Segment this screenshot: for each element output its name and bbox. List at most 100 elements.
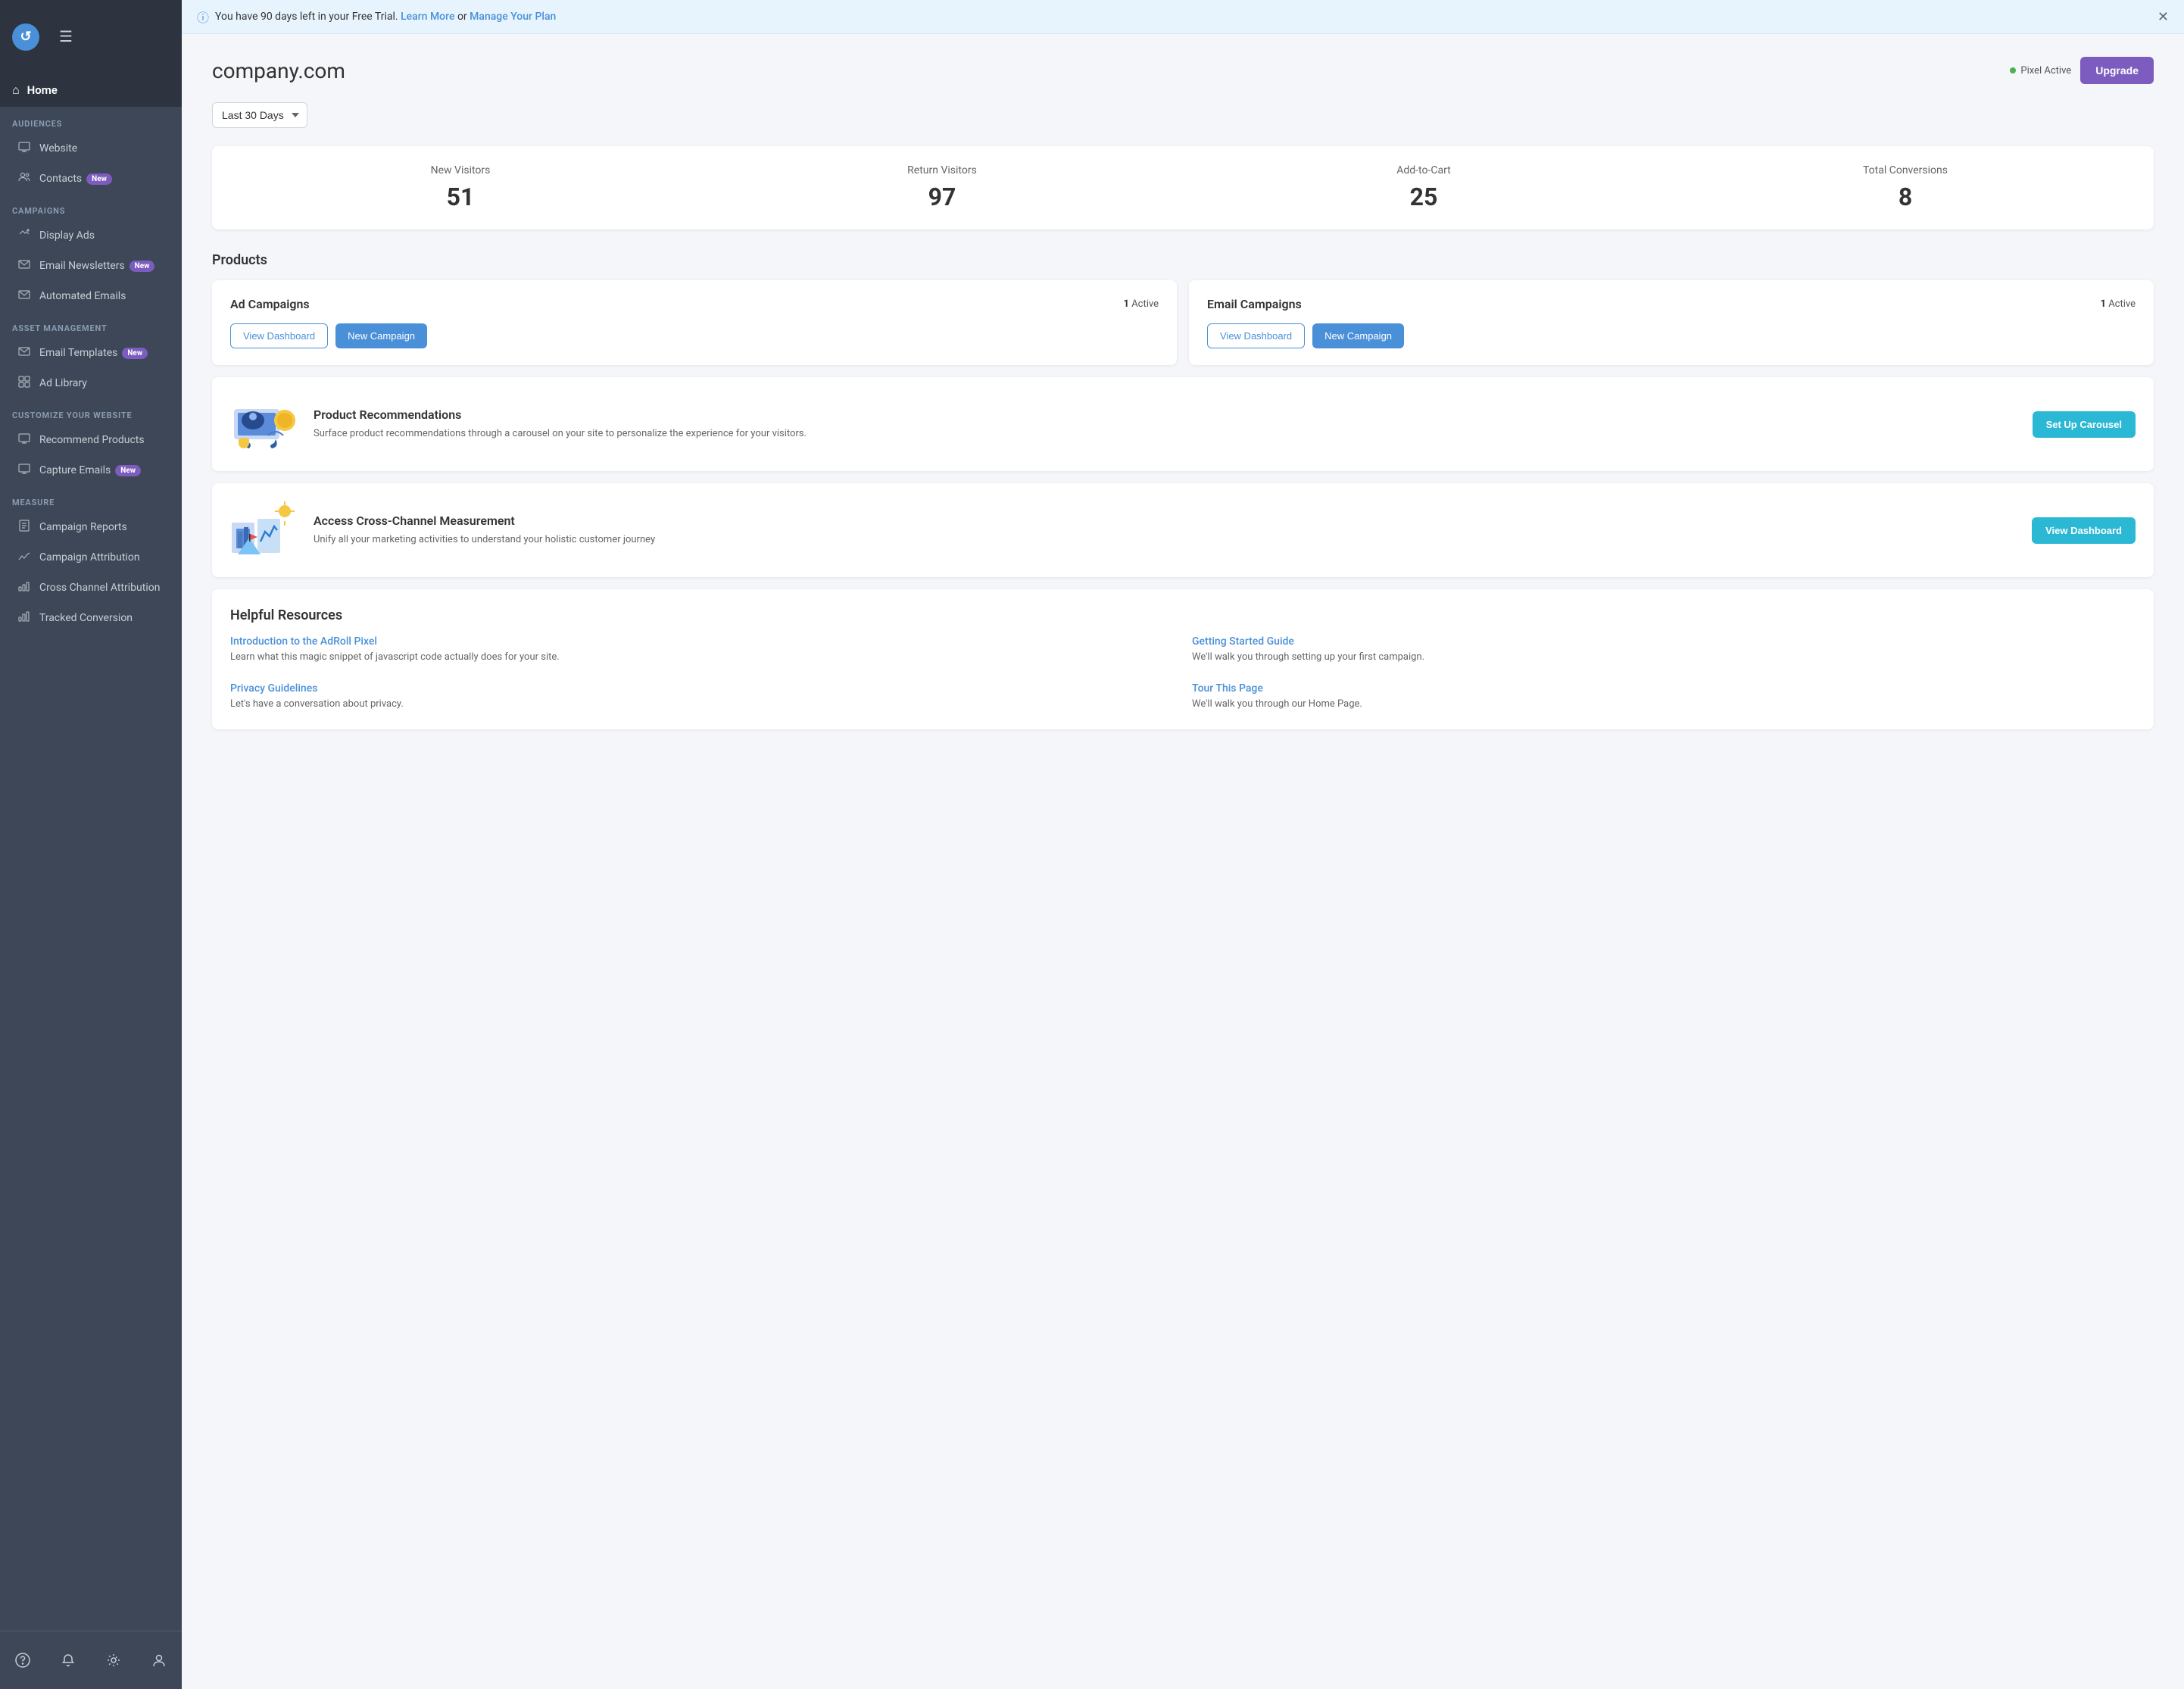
pixel-status: Pixel Active [2010, 65, 2071, 76]
sidebar-item-automated-emails[interactable]: Automated Emails [5, 282, 177, 311]
sidebar-item-campaign-attribution[interactable]: Campaign Attribution [5, 543, 177, 572]
stat-new-visitors: New Visitors 51 [235, 164, 686, 211]
capture-emails-badge: New [115, 465, 141, 476]
sidebar-ad-library-label: Ad Library [39, 377, 87, 389]
close-banner-button[interactable]: ✕ [2157, 9, 2169, 25]
section-measure: MEASURE [0, 485, 182, 512]
resource-item-0: Introduction to the AdRoll Pixel Learn w… [230, 635, 1174, 664]
cross-channel-illustration [230, 500, 298, 560]
sidebar-item-capture-emails[interactable]: Capture Emails New [5, 456, 177, 485]
sidebar-item-recommend-products[interactable]: Recommend Products [5, 426, 177, 454]
stat-return-visitors-label: Return Visitors [716, 164, 1168, 176]
website-icon [17, 141, 32, 156]
email-templates-icon [17, 345, 32, 361]
stat-add-to-cart-value: 25 [1198, 183, 1649, 211]
resource-link-1[interactable]: Getting Started Guide [1192, 635, 2136, 648]
resources-title: Helpful Resources [230, 607, 2136, 623]
sidebar-item-contacts[interactable]: Contacts New [5, 164, 177, 193]
product-recommendations-desc: Surface product recommendations through … [314, 426, 2017, 442]
email-campaigns-new-campaign-button[interactable]: New Campaign [1312, 323, 1404, 348]
ad-campaigns-new-campaign-button[interactable]: New Campaign [335, 323, 427, 348]
sidebar-email-templates-label: Email Templates [39, 347, 117, 359]
contacts-badge: New [86, 173, 112, 185]
logo-icon[interactable]: ↺ [12, 23, 39, 51]
sidebar-item-home[interactable]: ⌂ Home [0, 73, 182, 107]
sidebar-item-email-newsletters[interactable]: Email Newsletters New [5, 251, 177, 280]
trial-banner: ⓘ You have 90 days left in your Free Tri… [182, 0, 2184, 34]
ad-campaigns-title: Ad Campaigns [230, 297, 310, 311]
sidebar-item-website[interactable]: Website [5, 134, 177, 163]
resource-desc-0: Learn what this magic snippet of javascr… [230, 651, 1174, 664]
section-audiences: AUDIENCES [0, 107, 182, 133]
home-label: Home [27, 83, 58, 97]
ad-library-icon [17, 376, 32, 391]
resource-link-3[interactable]: Tour This Page [1192, 682, 2136, 695]
product-recommendations-card: Product Recommendations Surface product … [212, 377, 2154, 471]
product-recommendations-title: Product Recommendations [314, 407, 2017, 422]
date-filter: Last 30 Days Last 7 Days Last 90 Days La… [212, 102, 2154, 128]
sidebar-item-ad-library[interactable]: Ad Library [5, 369, 177, 398]
resources-grid: Introduction to the AdRoll Pixel Learn w… [230, 635, 2136, 711]
resource-link-2[interactable]: Privacy Guidelines [230, 682, 1174, 695]
sidebar: ↺ ☰ ⌂ Home AUDIENCES Website Contacts Ne… [0, 0, 182, 1689]
cross-channel-title: Access Cross-Channel Measurement [314, 514, 2017, 528]
campaign-reports-icon [17, 520, 32, 535]
ad-campaigns-actions: View Dashboard New Campaign [230, 323, 1159, 348]
profile-icon-button[interactable] [142, 1644, 176, 1677]
section-asset-management: ASSET MANAGEMENT [0, 311, 182, 338]
sidebar-item-campaign-reports[interactable]: Campaign Reports [5, 513, 177, 542]
sidebar-display-ads-label: Display Ads [39, 229, 95, 242]
resource-item-1: Getting Started Guide We'll walk you thr… [1192, 635, 2136, 664]
cross-channel-attribution-icon [17, 580, 32, 595]
sidebar-email-newsletters-label: Email Newsletters [39, 260, 125, 272]
stat-return-visitors: Return Visitors 97 [716, 164, 1168, 211]
email-campaigns-view-dashboard-button[interactable]: View Dashboard [1207, 323, 1305, 348]
section-campaigns: CAMPAIGNS [0, 194, 182, 220]
stat-total-conversions: Total Conversions 8 [1680, 164, 2131, 211]
product-recommendations-illustration [230, 394, 298, 454]
contacts-icon [17, 171, 32, 186]
resource-desc-1: We'll walk you through setting up your f… [1192, 651, 2136, 664]
capture-emails-icon [17, 463, 32, 478]
manage-plan-link[interactable]: Manage Your Plan [470, 11, 556, 23]
stats-row: New Visitors 51 Return Visitors 97 Add-t… [212, 146, 2154, 229]
sidebar-cross-channel-label: Cross Channel Attribution [39, 582, 160, 594]
settings-icon-button[interactable] [97, 1644, 130, 1677]
sidebar-item-email-templates[interactable]: Email Templates New [5, 339, 177, 367]
sidebar-campaign-attribution-label: Campaign Attribution [39, 551, 140, 564]
email-campaigns-card: Email Campaigns 1 Active View Dashboard … [1189, 280, 2154, 365]
resource-link-0[interactable]: Introduction to the AdRoll Pixel [230, 635, 1174, 648]
email-campaigns-header: Email Campaigns 1 Active [1207, 297, 2136, 311]
stat-new-visitors-label: New Visitors [235, 164, 686, 176]
stat-total-conversions-label: Total Conversions [1680, 164, 2131, 176]
set-up-carousel-button[interactable]: Set Up Carousel [2033, 411, 2136, 438]
home-icon: ⌂ [12, 83, 20, 98]
email-newsletters-icon [17, 258, 32, 273]
learn-more-link[interactable]: Learn More [401, 11, 454, 23]
ad-campaigns-view-dashboard-button[interactable]: View Dashboard [230, 323, 328, 348]
date-range-select[interactable]: Last 30 Days Last 7 Days Last 90 Days La… [212, 102, 307, 128]
sidebar-automated-emails-label: Automated Emails [39, 290, 126, 302]
help-icon-button[interactable] [6, 1644, 39, 1677]
view-dashboard-cross-channel-button[interactable]: View Dashboard [2032, 517, 2136, 544]
email-campaigns-title: Email Campaigns [1207, 297, 1302, 311]
display-ads-icon [17, 228, 32, 243]
hamburger-button[interactable]: ☰ [47, 14, 85, 60]
upgrade-button[interactable]: Upgrade [2080, 57, 2154, 84]
header-right: Pixel Active Upgrade [2010, 57, 2154, 84]
sidebar-item-tracked-conversion[interactable]: Tracked Conversion [5, 604, 177, 632]
sidebar-website-label: Website [39, 142, 77, 155]
campaign-attribution-icon [17, 550, 32, 565]
sidebar-item-display-ads[interactable]: Display Ads [5, 221, 177, 250]
sidebar-item-cross-channel-attribution[interactable]: Cross Channel Attribution [5, 573, 177, 602]
email-templates-badge: New [122, 348, 148, 359]
stat-total-conversions-value: 8 [1680, 183, 2131, 211]
stat-add-to-cart-label: Add-to-Cart [1198, 164, 1649, 176]
resource-item-2: Privacy Guidelines Let's have a conversa… [230, 682, 1174, 711]
email-newsletters-badge: New [129, 261, 155, 272]
cross-channel-desc: Unify all your marketing activities to u… [314, 532, 2017, 548]
notifications-icon-button[interactable] [51, 1644, 85, 1677]
resources-section: Helpful Resources Introduction to the Ad… [212, 589, 2154, 729]
product-recommendations-content: Product Recommendations Surface product … [314, 407, 2017, 442]
ad-campaigns-header: Ad Campaigns 1 Active [230, 297, 1159, 311]
